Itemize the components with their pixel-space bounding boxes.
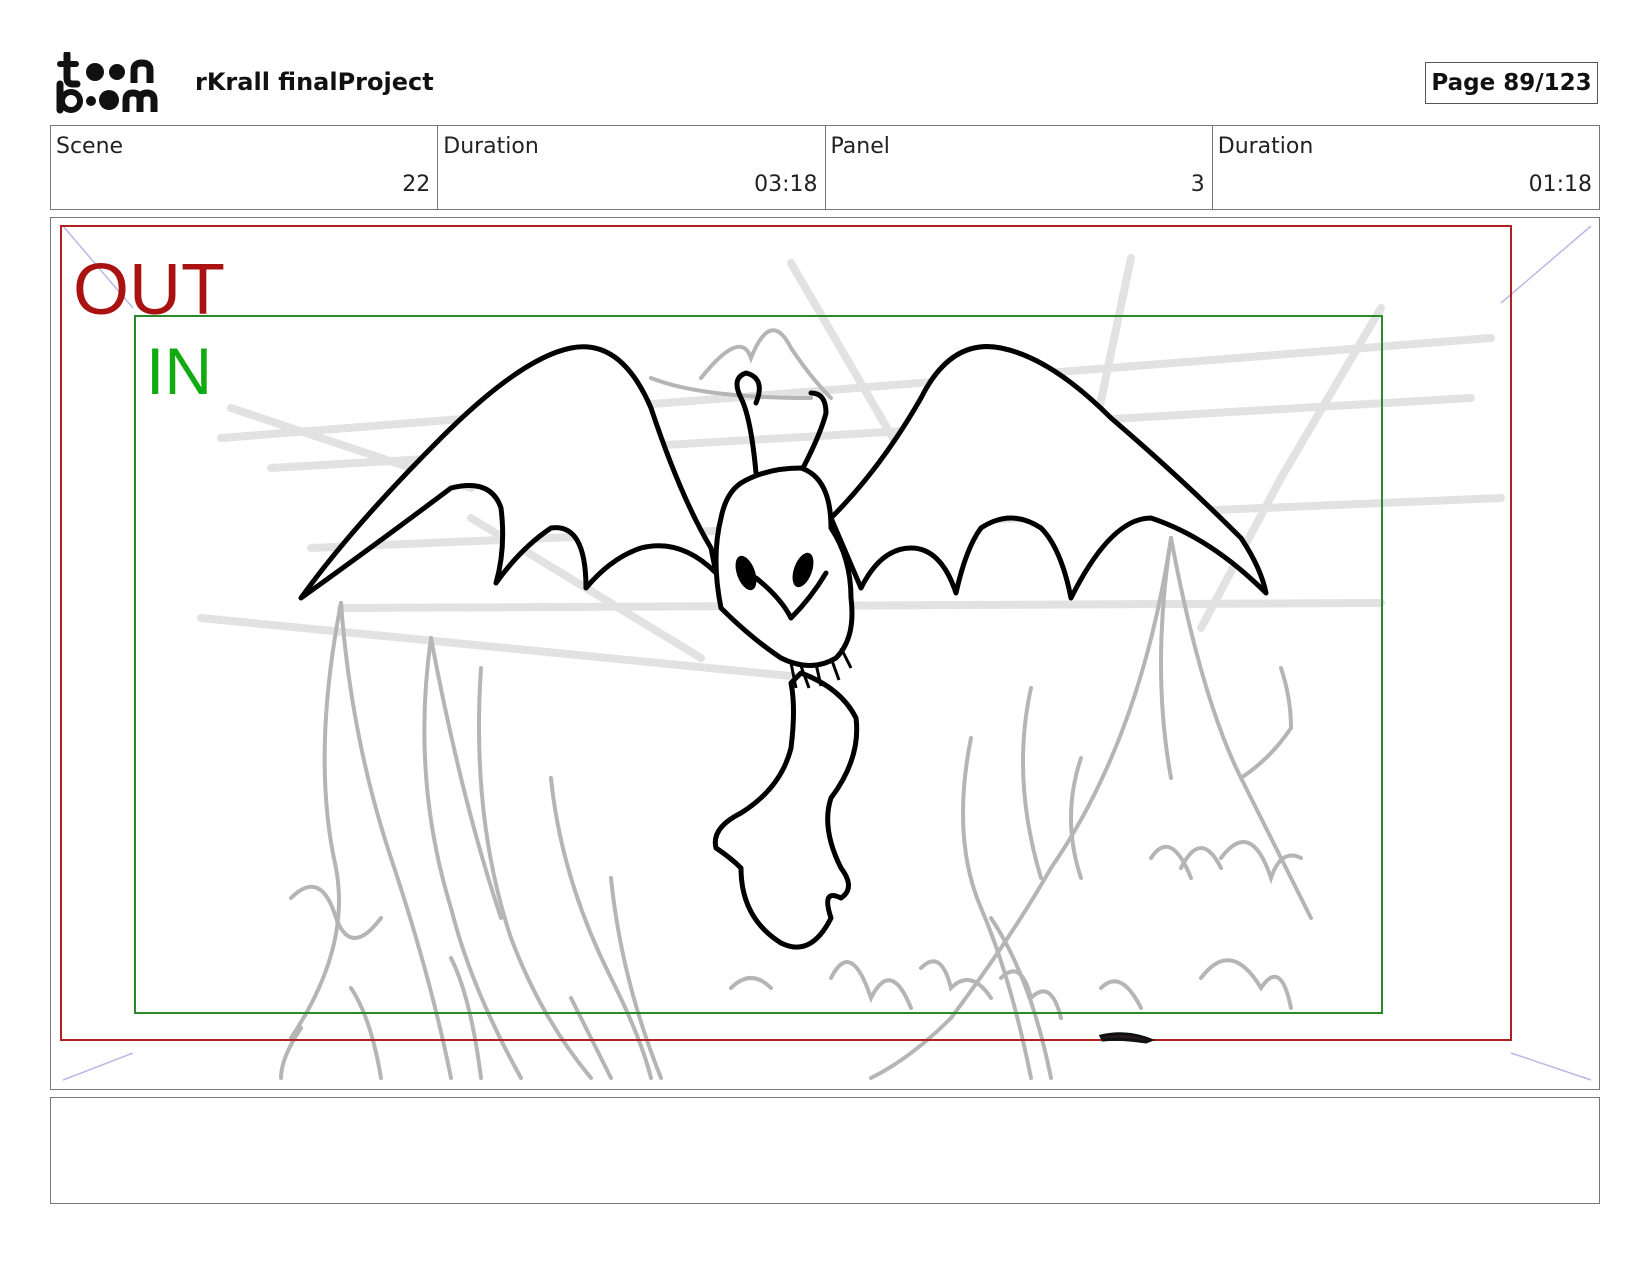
panel-duration-label: Duration bbox=[1217, 134, 1314, 159]
project-title: rKrall finalProject bbox=[195, 68, 434, 96]
panel-cell: Panel 3 bbox=[826, 126, 1213, 209]
scene-info-row: Scene 22 Duration 03:18 Panel 3 Duration… bbox=[50, 125, 1600, 210]
panel-drawing: OUT IN bbox=[60, 225, 1592, 1081]
scene-label: Scene bbox=[56, 134, 124, 159]
panel-duration-cell: Duration 01:18 bbox=[1213, 126, 1599, 209]
scene-duration-value: 03:18 bbox=[754, 172, 818, 197]
scene-duration-cell: Duration 03:18 bbox=[438, 126, 826, 209]
ground-mark bbox=[1098, 1032, 1156, 1044]
page-indicator: Page 89/123 bbox=[1425, 62, 1598, 104]
page-label: Page bbox=[1431, 70, 1496, 96]
panel-duration-value: 01:18 bbox=[1528, 172, 1592, 197]
storyboard-panel: OUT IN bbox=[50, 217, 1600, 1090]
scene-duration-label: Duration bbox=[443, 134, 539, 159]
page-number: 89/123 bbox=[1503, 70, 1592, 96]
toon-boom-logo bbox=[56, 52, 158, 114]
panel-label: Panel bbox=[830, 134, 890, 159]
panel-value: 3 bbox=[1190, 172, 1205, 197]
in-label: IN bbox=[146, 334, 212, 408]
out-label: OUT bbox=[73, 250, 225, 330]
panel-caption-box[interactable] bbox=[50, 1097, 1600, 1204]
scene-cell: Scene 22 bbox=[51, 126, 439, 209]
scene-value: 22 bbox=[402, 172, 431, 197]
